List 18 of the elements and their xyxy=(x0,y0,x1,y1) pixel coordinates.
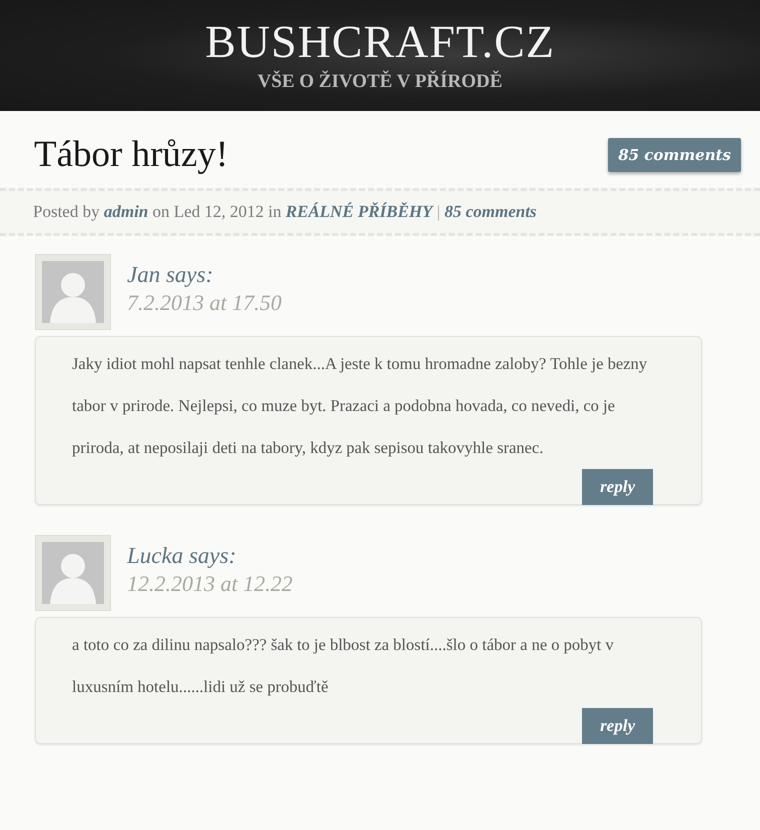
comment-date[interactable]: 12.2.2013 at 12.22 xyxy=(127,571,293,597)
meta-link[interactable]: 85 comments xyxy=(444,202,537,221)
avatar-icon xyxy=(35,535,111,611)
comment-date[interactable]: 7.2.2013 at 17.50 xyxy=(127,290,282,316)
site-logo[interactable]: BUSHCRAFT.CZ xyxy=(205,18,555,66)
comment-author: Lucka says: xyxy=(127,543,238,569)
comment-author: Jan says: xyxy=(127,262,214,288)
comment-text: a toto co za dilinu napsalo??? šak to je blbost za blostí....šlo o tábor a ne o pobyt v luxusním hotelu......lidi už se probuďtě xyxy=(72,634,615,698)
reply-button[interactable]: reply xyxy=(582,469,653,505)
meta-link[interactable]: REÁLNÉ PŘÍBĚHY xyxy=(286,202,433,221)
post-meta: Posted by admin on Led 12, 2012 in REÁLNÉ PŘÍBĚHY | 85 comments xyxy=(33,202,538,222)
reply-button[interactable]: reply xyxy=(582,708,653,744)
comments-count-badge[interactable]: 85 comments xyxy=(608,138,741,172)
site-tagline: VŠE O ŽIVOTĚ V PŘÍRODĚ xyxy=(258,70,502,94)
avatar-icon xyxy=(35,254,111,330)
meta-link[interactable]: admin xyxy=(104,202,148,221)
post-title: Tábor hrůzy! xyxy=(34,133,228,176)
comment-text: Jaky idiot mohl napsat tenhle clanek...A jeste k tomu hromadne zaloby? Tohle je bezny tabor v prirode. Nejlepsi, co muze byt. Prazaci a podobna hovada, co nevedi, co je priroda, at neposilaji deti na tabory, kdyz pak sepisou takovyhle sranec. xyxy=(72,353,648,459)
